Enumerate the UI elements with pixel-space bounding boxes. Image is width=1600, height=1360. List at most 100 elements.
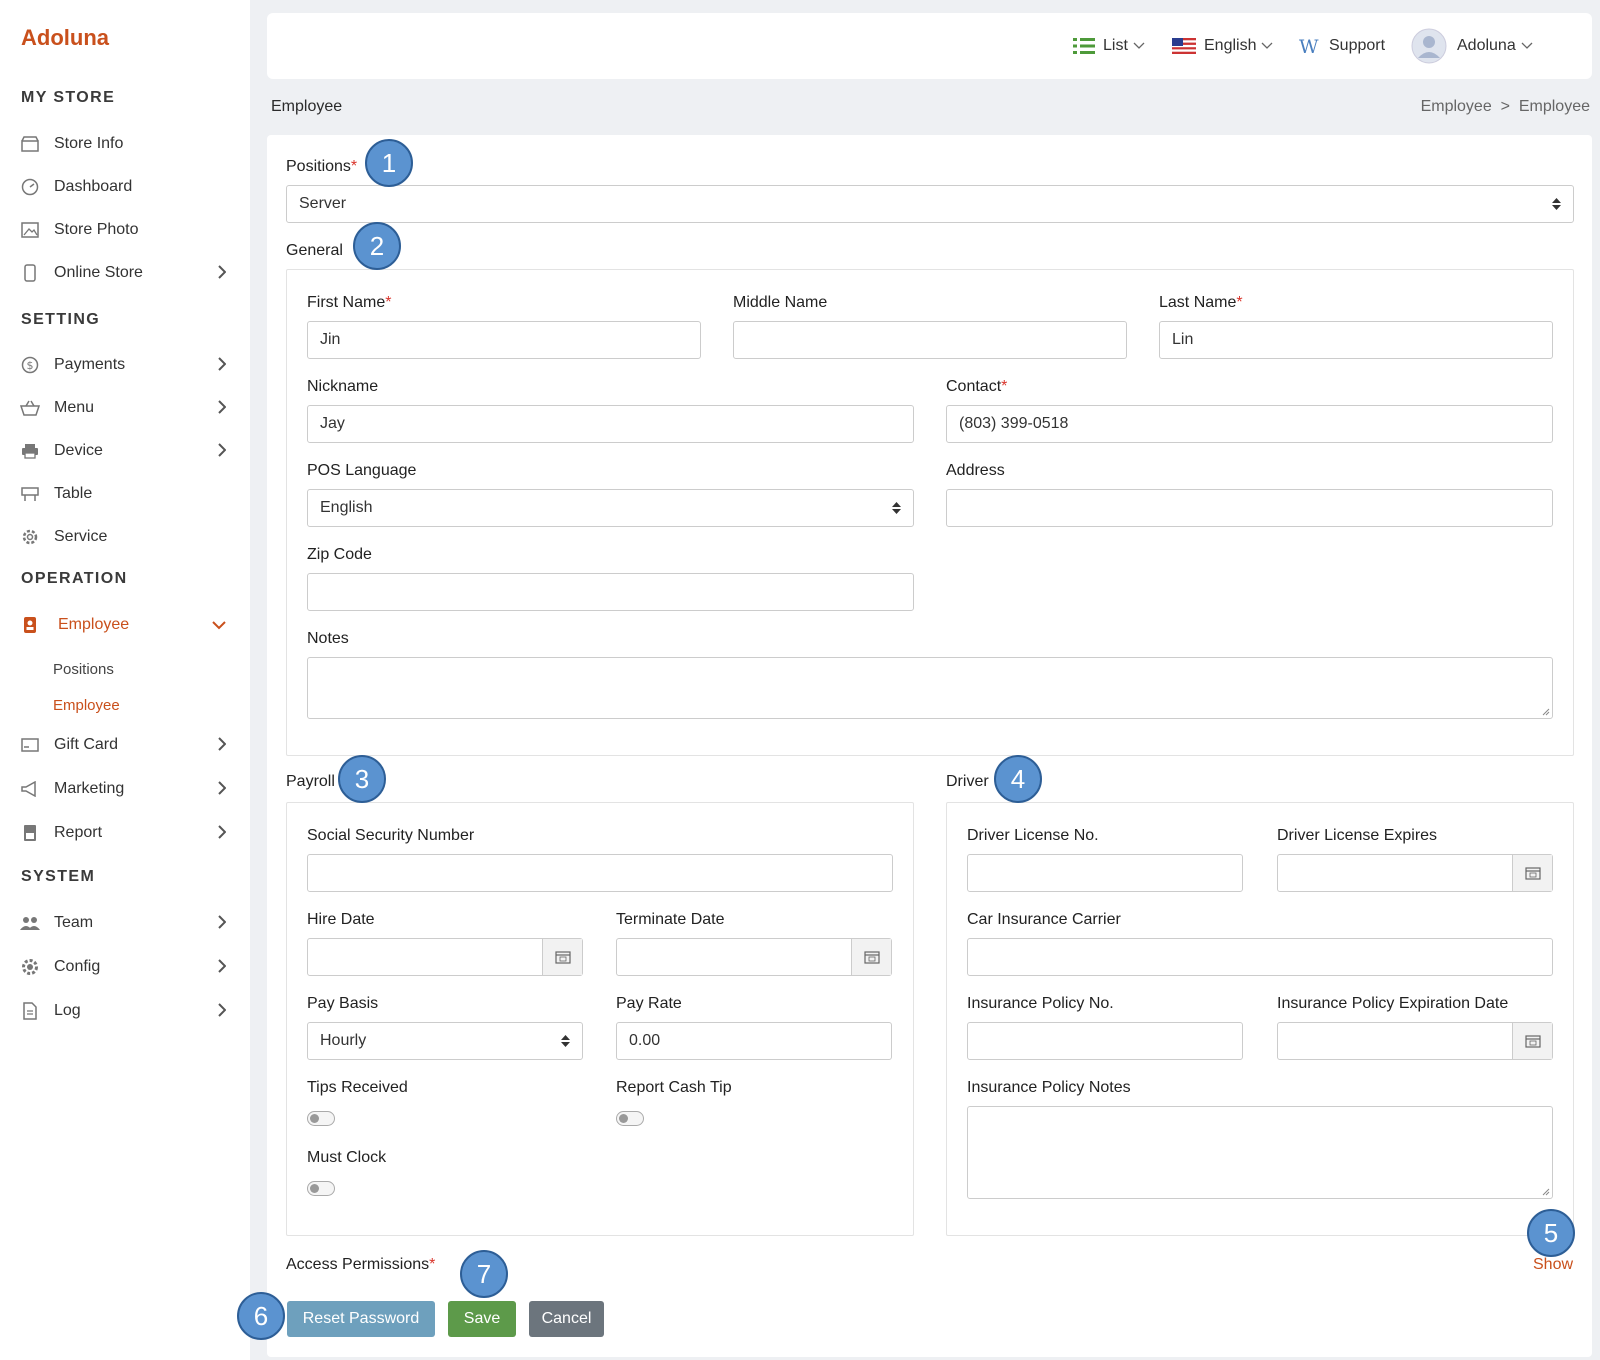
sidebar-item-label: Service	[54, 528, 108, 545]
sidebar-item-team[interactable]: Team	[20, 908, 230, 938]
driver-license-expires-field[interactable]	[1277, 854, 1553, 892]
sidebar-item-label: Dashboard	[54, 178, 133, 195]
calendar-icon[interactable]	[1512, 855, 1552, 891]
car-insurance-label: Car Insurance Carrier	[967, 911, 1121, 928]
sidebar-item-table[interactable]: Table	[20, 479, 230, 509]
select-arrows-icon	[561, 1035, 570, 1047]
terminate-date-label: Terminate Date	[616, 911, 725, 928]
report-cash-tip-toggle[interactable]	[616, 1111, 644, 1126]
access-permissions-label: Access Permissions*	[286, 1256, 436, 1273]
support-w-icon: W	[1299, 37, 1319, 55]
contact-field[interactable]: (803) 399-0518	[946, 405, 1553, 443]
sidebar-subitem-positions[interactable]: Positions	[53, 661, 114, 678]
sidebar-item-gift-card[interactable]: Gift Card	[20, 730, 230, 760]
nickname-field[interactable]: Jay	[307, 405, 914, 443]
sidebar-item-service[interactable]: Service	[20, 522, 230, 552]
policy-no-field[interactable]	[967, 1022, 1243, 1060]
support-link[interactable]: W Support	[1299, 13, 1385, 79]
sidebar-item-online-store[interactable]: Online Store	[20, 258, 230, 288]
sidebar-subitem-employee[interactable]: Employee	[53, 697, 120, 714]
sidebar-item-menu[interactable]: Menu	[20, 393, 230, 423]
gift-card-icon	[20, 735, 40, 755]
resize-grip-icon	[1542, 1188, 1550, 1196]
chevron-right-icon	[218, 1003, 227, 1022]
policy-notes-textarea[interactable]	[967, 1106, 1553, 1199]
section-setting: SETTING	[21, 311, 101, 328]
sidebar-item-employee[interactable]: Employee	[20, 610, 230, 640]
middle-name-field[interactable]	[733, 321, 1127, 359]
sidebar-item-store-info[interactable]: Store Info	[20, 129, 230, 159]
policy-expiration-field[interactable]	[1277, 1022, 1553, 1060]
sidebar-item-label: Table	[54, 485, 93, 502]
pos-language-select[interactable]: English	[307, 489, 914, 527]
store-icon	[20, 134, 40, 154]
chevron-right-icon	[218, 265, 227, 284]
reset-password-button[interactable]: Reset Password	[287, 1301, 435, 1337]
pay-basis-select[interactable]: Hourly	[307, 1022, 583, 1060]
printer-icon	[20, 441, 40, 461]
ssn-field[interactable]	[307, 854, 893, 892]
cancel-button[interactable]: Cancel	[529, 1301, 604, 1337]
chevron-right-icon	[218, 737, 227, 756]
list-view-dropdown[interactable]: List	[1073, 13, 1145, 79]
basket-icon	[20, 398, 40, 418]
sidebar-item-log[interactable]: Log	[20, 996, 230, 1026]
chevron-down-icon	[212, 617, 226, 635]
mobile-icon	[20, 263, 40, 283]
chevron-down-icon	[1133, 42, 1145, 49]
chevron-down-icon	[1262, 42, 1273, 49]
report-cash-tip-label: Report Cash Tip	[616, 1079, 732, 1096]
must-clock-toggle[interactable]	[307, 1181, 335, 1196]
breadcrumb[interactable]: Employee > Employee	[1421, 98, 1590, 116]
language-label: English	[1204, 37, 1257, 54]
tips-received-toggle[interactable]	[307, 1111, 335, 1126]
driver-label: Driver	[946, 773, 989, 790]
last-name-field[interactable]: Lin	[1159, 321, 1553, 359]
sidebar-item-payments[interactable]: $ Payments	[20, 350, 230, 380]
employee-badge-icon	[20, 615, 40, 635]
zip-code-label: Zip Code	[307, 546, 372, 563]
save-button[interactable]: Save	[448, 1301, 516, 1337]
pay-rate-field[interactable]: 0.00	[616, 1022, 892, 1060]
address-field[interactable]	[946, 489, 1553, 527]
show-permissions-link[interactable]: Show	[1533, 1256, 1573, 1274]
zip-code-field[interactable]	[307, 573, 914, 611]
calendar-icon[interactable]	[542, 939, 582, 975]
calendar-icon[interactable]	[1512, 1023, 1552, 1059]
sidebar-item-label: Team	[54, 914, 94, 931]
calendar-icon[interactable]	[851, 939, 891, 975]
sidebar-item-label: Employee	[58, 616, 130, 633]
sidebar-item-dashboard[interactable]: Dashboard	[20, 172, 230, 202]
user-menu[interactable]: Adoluna	[1411, 13, 1533, 79]
notes-textarea[interactable]	[307, 657, 1553, 719]
sidebar-item-store-photo[interactable]: Store Photo	[20, 215, 230, 245]
driver-license-field[interactable]	[967, 854, 1243, 892]
terminate-date-field[interactable]	[616, 938, 892, 976]
pay-rate-label: Pay Rate	[616, 995, 682, 1012]
svg-text:$: $	[27, 359, 34, 372]
first-name-field[interactable]: Jin	[307, 321, 701, 359]
sidebar-item-label: Config	[54, 958, 101, 975]
us-flag-icon	[1172, 38, 1196, 54]
sidebar-item-marketing[interactable]: Marketing	[20, 774, 230, 804]
brand-logo[interactable]: Adoluna	[21, 25, 109, 51]
policy-notes-label: Insurance Policy Notes	[967, 1079, 1131, 1096]
topbar: List English W Support Adoluna	[267, 13, 1592, 79]
hire-date-field[interactable]	[307, 938, 583, 976]
sidebar-item-config[interactable]: Config	[20, 952, 230, 982]
driver-license-expires-label: Driver License Expires	[1277, 827, 1438, 844]
chevron-right-icon	[218, 443, 227, 462]
policy-expiration-label: Insurance Policy Expiration Date	[1277, 995, 1509, 1012]
sidebar-item-label: Payments	[54, 356, 126, 373]
chevron-right-icon	[218, 781, 227, 800]
sidebar-item-report[interactable]: Report	[20, 818, 230, 848]
chevron-right-icon	[218, 400, 227, 419]
ssn-label: Social Security Number	[307, 827, 475, 844]
annotation-badge: 3	[338, 755, 386, 803]
language-dropdown[interactable]: English	[1172, 13, 1273, 79]
section-system: SYSTEM	[21, 868, 96, 885]
sidebar-item-device[interactable]: Device	[20, 436, 230, 466]
positions-select[interactable]: Server	[286, 185, 1574, 223]
list-icon	[1073, 38, 1095, 54]
car-insurance-field[interactable]	[967, 938, 1553, 976]
